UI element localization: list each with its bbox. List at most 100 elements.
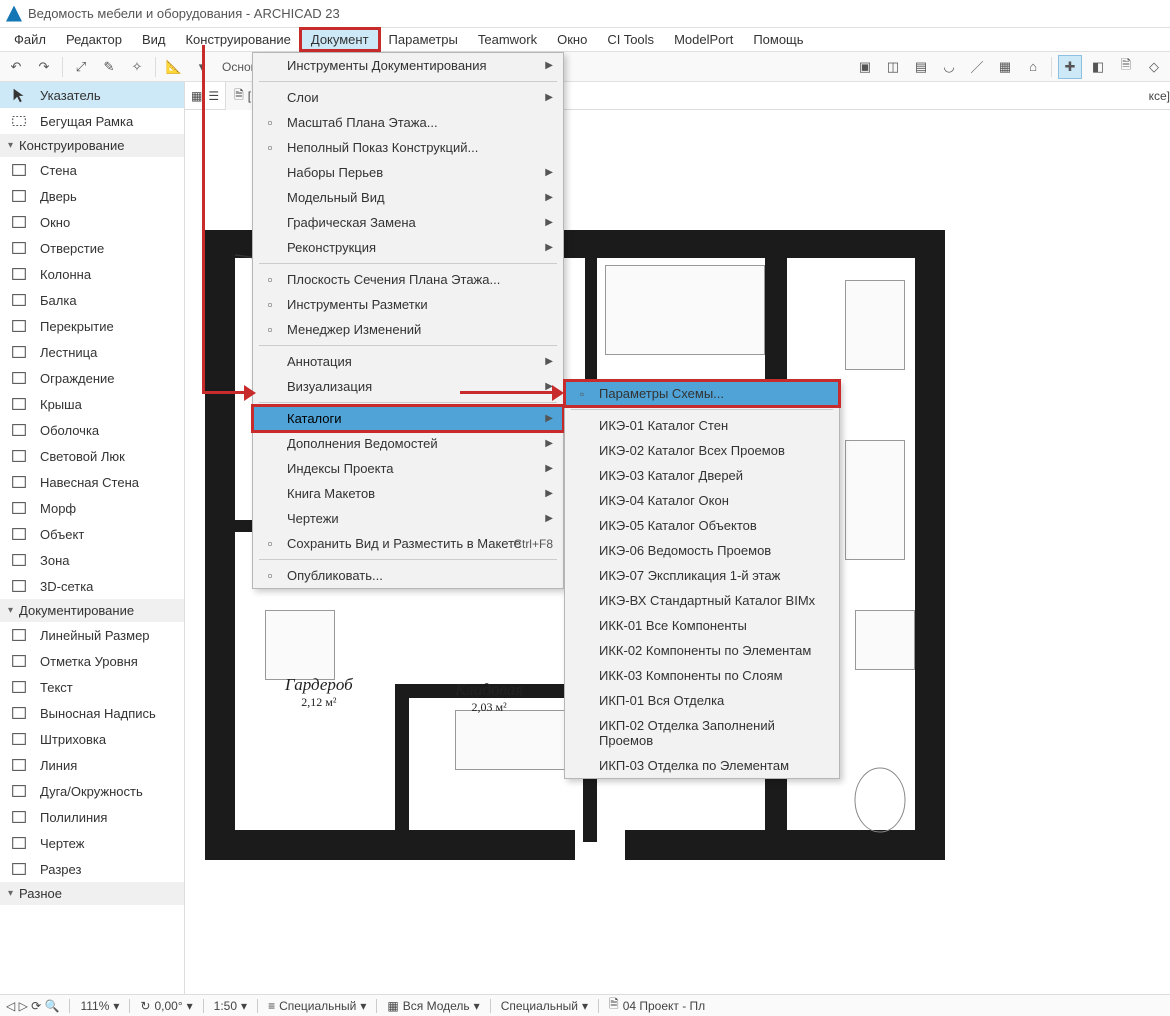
sb-scale[interactable]: 1:50 ▾ bbox=[214, 999, 247, 1013]
menu-item-Чертежи[interactable]: Чертежи▶ bbox=[253, 506, 563, 531]
sb-project[interactable]: 🗎 04 Проект - Пл bbox=[609, 995, 705, 1016]
menu-item-Масштаб Плана Этажа...[interactable]: ▫Масштаб Плана Этажа... bbox=[253, 110, 563, 135]
menu-ci tools[interactable]: CI Tools bbox=[597, 29, 664, 50]
tool-Крыша[interactable]: Крыша bbox=[0, 391, 184, 417]
tool-Линейный Размер[interactable]: Линейный Размер bbox=[0, 622, 184, 648]
publish-tool-icon[interactable]: ◇ bbox=[1142, 55, 1166, 79]
menu-item-Инструменты Разметки[interactable]: ▫Инструменты Разметки bbox=[253, 292, 563, 317]
tool-Разрез[interactable]: Разрез bbox=[0, 856, 184, 882]
menu-item-Менеджер Изменений[interactable]: ▫Менеджер Изменений bbox=[253, 317, 563, 342]
tool-Отверстие[interactable]: Отверстие bbox=[0, 235, 184, 261]
menu-teamwork[interactable]: Teamwork bbox=[468, 29, 547, 50]
tool-Штриховка[interactable]: Штриховка bbox=[0, 726, 184, 752]
sb-view[interactable]: ▦ Вся Модель ▾ bbox=[387, 999, 479, 1013]
submenu-item-Параметры Схемы...[interactable]: ▫Параметры Схемы... bbox=[565, 381, 839, 406]
menu-item-Реконструкция[interactable]: Реконструкция▶ bbox=[253, 235, 563, 260]
menu-конструирование[interactable]: Конструирование bbox=[175, 29, 300, 50]
edit-icon[interactable]: ✚ bbox=[1058, 55, 1082, 79]
sb-special2[interactable]: Специальный ▾ bbox=[501, 999, 588, 1013]
menu-вид[interactable]: Вид bbox=[132, 29, 176, 50]
home-icon[interactable]: ⌂ bbox=[1021, 55, 1045, 79]
undo-icon[interactable]: ↶ bbox=[4, 55, 28, 79]
menu-item-Опубликовать...[interactable]: ▫Опубликовать... bbox=[253, 563, 563, 588]
submenu-item-ИКЭ-07 Экспликация 1-й этаж[interactable]: ИКЭ-07 Экспликация 1-й этаж bbox=[565, 563, 839, 588]
tool-Окно[interactable]: Окно bbox=[0, 209, 184, 235]
tool-Световой Люк[interactable]: Световой Люк bbox=[0, 443, 184, 469]
menu-item-Книга Макетов[interactable]: Книга Макетов▶ bbox=[253, 481, 563, 506]
tool-Дуга/Окружность[interactable]: Дуга/Окружность bbox=[0, 778, 184, 804]
submenu-item-ИКЭ-05 Каталог Объектов[interactable]: ИКЭ-05 Каталог Объектов bbox=[565, 513, 839, 538]
menu-item-Инструменты Документирования[interactable]: Инструменты Документирования▶ bbox=[253, 53, 563, 78]
tool-Объект[interactable]: Объект bbox=[0, 521, 184, 547]
menu-файл[interactable]: Файл bbox=[4, 29, 56, 50]
submenu-item-ИКК-02 Компоненты по Элементам[interactable]: ИКК-02 Компоненты по Элементам bbox=[565, 638, 839, 663]
submenu-item-ИКЭ-02 Каталог Всех Проемов[interactable]: ИКЭ-02 Каталог Всех Проемов bbox=[565, 438, 839, 463]
tab-list-icon[interactable]: ☰ bbox=[208, 89, 219, 103]
tool-Оболочка[interactable]: Оболочка bbox=[0, 417, 184, 443]
wand-icon[interactable]: ✧ bbox=[125, 55, 149, 79]
tool-Выносная Надпись[interactable]: Выносная Надпись bbox=[0, 700, 184, 726]
tool-Морф[interactable]: Морф bbox=[0, 495, 184, 521]
menu-item-Аннотация[interactable]: Аннотация▶ bbox=[253, 349, 563, 374]
tool-Бегущая Рамка[interactable]: Бегущая Рамка bbox=[0, 108, 184, 134]
menu-item-Модельный Вид[interactable]: Модельный Вид▶ bbox=[253, 185, 563, 210]
tool-Полилиния[interactable]: Полилиния bbox=[0, 804, 184, 830]
sb-nav-icons[interactable]: ◁ ▷ ⟳ 🔍 bbox=[6, 999, 59, 1013]
menu-modelport[interactable]: ModelPort bbox=[664, 29, 743, 50]
tool-Зона[interactable]: Зона bbox=[0, 547, 184, 573]
cube-icon[interactable]: ▦ bbox=[993, 55, 1017, 79]
tool-Линия[interactable]: Линия bbox=[0, 752, 184, 778]
sb-angle[interactable]: ↻ 0,00° ▾ bbox=[140, 999, 192, 1013]
toolbox-group-Разное[interactable]: ▾Разное bbox=[0, 882, 184, 905]
section-icon[interactable]: ◫ bbox=[881, 55, 905, 79]
tool-Чертеж[interactable]: Чертеж bbox=[0, 830, 184, 856]
redo-icon[interactable]: ↷ bbox=[32, 55, 56, 79]
menu-редактор[interactable]: Редактор bbox=[56, 29, 132, 50]
tool-Колонна[interactable]: Колонна bbox=[0, 261, 184, 287]
submenu-item-ИКК-01 Все Компоненты[interactable]: ИКК-01 Все Компоненты bbox=[565, 613, 839, 638]
arc-tool-icon[interactable]: ◡ bbox=[937, 55, 961, 79]
menu-item-Каталоги[interactable]: Каталоги▶ bbox=[253, 406, 563, 431]
line-tool-icon[interactable]: ／ bbox=[965, 55, 989, 79]
tool-Балка[interactable]: Балка bbox=[0, 287, 184, 313]
toolbox-group-Конструирование[interactable]: ▾Конструирование bbox=[0, 134, 184, 157]
submenu-item-ИКП-02 Отделка Заполнений Проемов[interactable]: ИКП-02 Отделка Заполнений Проемов bbox=[565, 713, 839, 753]
zoom-extents-icon[interactable]: ⤢ bbox=[69, 55, 93, 79]
layers-icon[interactable]: ◧ bbox=[1086, 55, 1110, 79]
menu-item-Индексы Проекта[interactable]: Индексы Проекта▶ bbox=[253, 456, 563, 481]
submenu-item-ИКЭ-04 Каталог Окон[interactable]: ИКЭ-04 Каталог Окон bbox=[565, 488, 839, 513]
sb-special1[interactable]: ≡ Специальный ▾ bbox=[268, 999, 366, 1013]
menu-item-Плоскость Сечения Плана Этажа...[interactable]: ▫Плоскость Сечения Плана Этажа... bbox=[253, 267, 563, 292]
submenu-item-ИКК-03 Компоненты по Слоям[interactable]: ИКК-03 Компоненты по Слоям bbox=[565, 663, 839, 688]
tool-Ограждение[interactable]: Ограждение bbox=[0, 365, 184, 391]
tool-Навесная Стена[interactable]: Навесная Стена bbox=[0, 469, 184, 495]
menu-помощь[interactable]: Помощь bbox=[743, 29, 813, 50]
menu-item-Графическая Замена[interactable]: Графическая Замена▶ bbox=[253, 210, 563, 235]
menu-item-Сохранить Вид и Разместить в Макете[interactable]: ▫Сохранить Вид и Разместить в МакетеCtrl… bbox=[253, 531, 563, 556]
tool-Перекрытие[interactable]: Перекрытие bbox=[0, 313, 184, 339]
tool-3D-сетка[interactable]: 3D-сетка bbox=[0, 573, 184, 599]
menu-item-Слои[interactable]: Слои▶ bbox=[253, 85, 563, 110]
submenu-item-ИКЭ-03 Каталог Дверей[interactable]: ИКЭ-03 Каталог Дверей bbox=[565, 463, 839, 488]
ruler-icon[interactable]: 📐 bbox=[162, 55, 186, 79]
menu-item-Наборы Перьев[interactable]: Наборы Перьев▶ bbox=[253, 160, 563, 185]
doc-icon[interactable]: 🗎 bbox=[1114, 55, 1138, 79]
menu-item-Визуализация[interactable]: Визуализация▶ bbox=[253, 374, 563, 399]
menu-документ[interactable]: Документ bbox=[301, 29, 379, 50]
tool-Текст[interactable]: Текст bbox=[0, 674, 184, 700]
tool-Стена[interactable]: Стена bbox=[0, 157, 184, 183]
menu-параметры[interactable]: Параметры bbox=[379, 29, 468, 50]
submenu-item-ИКЭ-ВХ Стандартный Каталог BIMx[interactable]: ИКЭ-ВХ Стандартный Каталог BIMx bbox=[565, 588, 839, 613]
camera-icon[interactable]: ▣ bbox=[853, 55, 877, 79]
menu-окно[interactable]: Окно bbox=[547, 29, 597, 50]
elev-icon[interactable]: ▤ bbox=[909, 55, 933, 79]
menu-item-Неполный Показ Конструкций...[interactable]: ▫Неполный Показ Конструкций... bbox=[253, 135, 563, 160]
tool-Дверь[interactable]: Дверь bbox=[0, 183, 184, 209]
tool-Лестница[interactable]: Лестница bbox=[0, 339, 184, 365]
tab-grid-icon[interactable]: ▦ bbox=[191, 89, 202, 103]
tool-Отметка Уровня[interactable]: Отметка Уровня bbox=[0, 648, 184, 674]
submenu-item-ИКЭ-01 Каталог Стен[interactable]: ИКЭ-01 Каталог Стен bbox=[565, 413, 839, 438]
submenu-item-ИКЭ-06 Ведомость Проемов[interactable]: ИКЭ-06 Ведомость Проемов bbox=[565, 538, 839, 563]
submenu-item-ИКП-01 Вся Отделка[interactable]: ИКП-01 Вся Отделка bbox=[565, 688, 839, 713]
toolbox-group-Документирование[interactable]: ▾Документирование bbox=[0, 599, 184, 622]
